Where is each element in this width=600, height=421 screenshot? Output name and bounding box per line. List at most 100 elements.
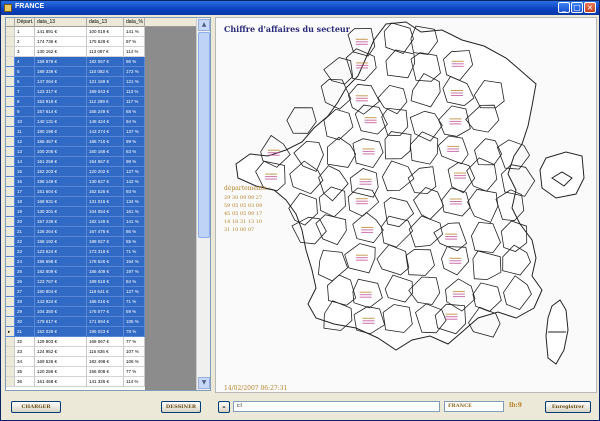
cell-departement[interactable]: 24 (15, 257, 35, 267)
cell-departement[interactable]: 17 (15, 187, 35, 197)
cell-data-13-a[interactable]: 147 264 € (35, 77, 87, 87)
department-shape[interactable] (286, 107, 317, 134)
scroll-down-arrow-icon[interactable]: ▼ (198, 377, 210, 389)
row-indicator[interactable] (6, 257, 15, 267)
cell-data-percent[interactable]: 105 % (124, 317, 145, 327)
cell-departement[interactable]: 1 (15, 27, 35, 37)
cell-departement[interactable]: 25 (15, 267, 35, 277)
row-indicator[interactable] (6, 227, 15, 237)
cell-data-13-a[interactable]: 157 236 € (35, 217, 87, 227)
row-indicator[interactable] (6, 277, 15, 287)
cell-departement[interactable]: 36 (15, 377, 35, 387)
header-data-13-a[interactable]: data_13 (35, 18, 87, 27)
row-indicator[interactable] (6, 37, 15, 47)
cell-data-13-b[interactable]: 164 657 € (87, 157, 124, 167)
cell-data-13-b[interactable]: 176 077 € (87, 307, 124, 317)
cell-data-percent[interactable]: 71 % (124, 247, 145, 257)
cell-data-percent[interactable]: 78 % (124, 327, 145, 337)
cell-data-13-b[interactable]: 173 318 € (87, 247, 124, 257)
cell-data-13-b[interactable]: 175 628 € (87, 37, 124, 47)
cell-departement[interactable]: 28 (15, 297, 35, 307)
row-indicator[interactable] (6, 137, 15, 147)
row-indicator[interactable] (6, 287, 15, 297)
cell-data-13-b[interactable]: 182 498 € (87, 357, 124, 367)
cell-data-percent[interactable]: 84 % (124, 277, 145, 287)
cell-data-13-a[interactable]: 126 264 € (35, 227, 87, 237)
cell-data-13-a[interactable]: 129 803 € (35, 337, 87, 347)
cell-data-percent[interactable]: 141 % (124, 27, 145, 37)
cell-data-13-b[interactable]: 131 016 € (87, 197, 124, 207)
cell-data-percent[interactable]: 77 % (124, 337, 145, 347)
cell-data-percent[interactable]: 127 % (124, 167, 145, 177)
minus-button[interactable]: – (218, 401, 230, 413)
row-indicator[interactable] (6, 367, 15, 377)
cell-data-13-b[interactable]: 104 054 € (87, 207, 124, 217)
cell-departement[interactable]: 3 (15, 47, 35, 57)
row-indicator[interactable] (6, 127, 15, 137)
france-departments-map[interactable] (216, 18, 598, 394)
cell-data-13-a[interactable]: 182 809 € (35, 267, 87, 277)
cell-departement[interactable]: 33 (15, 347, 35, 357)
cell-data-13-b[interactable]: 110 082 € (87, 67, 124, 77)
cell-data-13-a[interactable]: 195 698 € (35, 257, 87, 267)
cell-departement[interactable]: 30 (15, 317, 35, 327)
cell-data-13-b[interactable]: 167 476 € (87, 227, 124, 237)
cell-data-13-a[interactable]: 161 468 € (35, 377, 87, 387)
cell-departement[interactable]: 31 (15, 327, 35, 337)
cell-data-13-a[interactable]: 100 206 € (35, 147, 87, 157)
charger-button[interactable]: CHARGER (11, 401, 61, 413)
cell-departement[interactable]: 20 (15, 217, 35, 227)
cell-data-13-a[interactable]: 169 931 € (35, 197, 87, 207)
row-indicator[interactable]: ▸ (6, 327, 15, 337)
header-departement[interactable]: Départ. (15, 18, 35, 27)
cell-data-percent[interactable]: 63 % (124, 147, 145, 157)
cell-data-percent[interactable]: 59 % (124, 307, 145, 317)
row-indicator[interactable] (6, 267, 15, 277)
row-indicator[interactable] (6, 107, 15, 117)
cell-data-13-b[interactable]: 116 836 € (87, 347, 124, 357)
cell-departement[interactable]: 19 (15, 207, 35, 217)
row-indicator[interactable] (6, 27, 15, 37)
cell-data-13-b[interactable]: 182 149 € (87, 217, 124, 227)
cell-data-13-b[interactable]: 141 326 € (87, 377, 124, 387)
cell-departement[interactable]: 29 (15, 307, 35, 317)
cell-departement[interactable]: 16 (15, 177, 35, 187)
row-indicator[interactable] (6, 57, 15, 67)
cell-data-percent[interactable]: 97 % (124, 37, 145, 47)
row-indicator[interactable] (6, 187, 15, 197)
cell-data-percent[interactable]: 142 % (124, 177, 145, 187)
cell-data-13-b[interactable]: 186 016 € (87, 297, 124, 307)
cell-data-percent[interactable]: 113 % (124, 87, 145, 97)
ile-de-france-inset[interactable] (539, 151, 585, 199)
row-indicator[interactable] (6, 347, 15, 357)
cell-departement[interactable]: 4 (15, 57, 35, 67)
cell-data-13-a[interactable]: 124 952 € (35, 347, 87, 357)
cell-data-13-b[interactable]: 168 067 € (87, 337, 124, 347)
cell-data-13-b[interactable]: 148 424 € (87, 117, 124, 127)
row-indicator[interactable] (6, 77, 15, 87)
cell-data-13-a[interactable]: 180 198 € (35, 127, 87, 137)
cell-data-13-a[interactable]: 152 203 € (35, 167, 87, 177)
cell-departement[interactable]: 14 (15, 157, 35, 167)
header-data-13-b[interactable]: data_13 (87, 18, 124, 27)
cell-data-percent[interactable]: 107 % (124, 347, 145, 357)
region-input[interactable]: FRANCE (444, 401, 504, 412)
row-indicator[interactable] (6, 117, 15, 127)
cell-data-percent[interactable]: 99 % (124, 137, 145, 147)
cell-data-13-b[interactable]: 100 019 € (87, 27, 124, 37)
cell-data-13-a[interactable]: 141 891 € (35, 27, 87, 37)
cell-data-percent[interactable]: 68 % (124, 107, 145, 117)
row-indicator[interactable] (6, 147, 15, 157)
cell-data-percent[interactable]: 134 % (124, 197, 145, 207)
row-indicator[interactable] (6, 167, 15, 177)
cell-data-percent[interactable]: 86 % (124, 57, 145, 67)
cell-departement[interactable]: 15 (15, 167, 35, 177)
scroll-up-arrow-icon[interactable]: ▲ (198, 19, 210, 31)
cell-data-percent[interactable]: 55 % (124, 237, 145, 247)
row-indicator[interactable] (6, 177, 15, 187)
cell-data-13-b[interactable]: 162 526 € (87, 187, 124, 197)
cell-data-13-b[interactable]: 130 627 € (87, 177, 124, 187)
cell-data-13-a[interactable]: 169 526 € (35, 357, 87, 367)
cell-departement[interactable]: 13 (15, 147, 35, 157)
cell-data-13-a[interactable]: 130 162 € (35, 47, 87, 57)
